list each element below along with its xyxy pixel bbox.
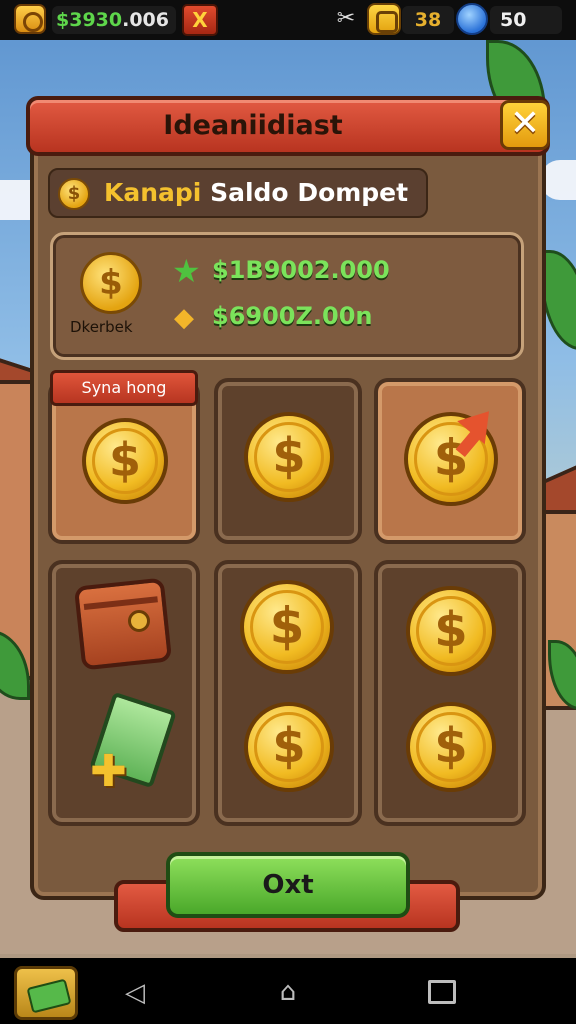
gem-counter: 50 <box>490 6 562 34</box>
coin-icon: $ <box>244 702 334 792</box>
wallet-header-highlight: Kanapi <box>104 178 202 207</box>
wallet-header: $ Kanapi Saldo Dompet <box>48 168 428 218</box>
top-close-button[interactable]: X <box>182 4 218 36</box>
wallet-clasp-icon <box>128 610 150 632</box>
coin-badge-icon[interactable] <box>14 4 46 34</box>
dialog-title-bar: Ideaniidiast <box>26 96 550 156</box>
balance-label: Dkerbek <box>70 318 133 336</box>
balance-prefix: $3930 <box>56 9 123 31</box>
app-shortcut-icon[interactable] <box>14 966 78 1020</box>
ok-button[interactable]: Oxt <box>166 852 410 918</box>
recent-apps-icon[interactable] <box>428 980 456 1004</box>
coin-icon: $ <box>244 412 334 502</box>
dialog-close-button[interactable]: ✕ <box>500 100 550 150</box>
top-status-bar: $3930.006 X ✂ 38 50 <box>0 0 576 40</box>
star-icon: ★ <box>172 252 201 290</box>
wallet-header-title: Kanapi Saldo Dompet <box>104 178 408 207</box>
coin-icon: $ <box>406 586 496 676</box>
wallet-header-rest: Saldo Dompet <box>201 178 409 207</box>
currency-balance: $3930.006 <box>52 6 176 34</box>
level-counter: 38 <box>402 6 454 34</box>
coin-icon: $ <box>82 418 168 504</box>
inventory-bag-icon[interactable] <box>367 3 401 35</box>
home-icon[interactable]: ⌂ <box>272 976 304 1008</box>
dialog-title: Ideaniidiast <box>163 110 343 141</box>
tools-icon[interactable]: ✂ <box>333 6 359 32</box>
balance-value-primary: $1B9002.000 <box>212 256 390 284</box>
coin-icon: $ <box>406 702 496 792</box>
coin-icon: $ <box>58 178 90 210</box>
balance-suffix: .006 <box>122 9 169 31</box>
balance-coin-icon: $ <box>80 252 142 314</box>
wallet-icon <box>73 577 173 671</box>
balance-value-secondary: $6900Z.00n <box>212 302 373 330</box>
gem-icon[interactable] <box>456 3 488 35</box>
back-icon[interactable]: ◁ <box>120 978 150 1008</box>
gem-small-icon: ◆ <box>174 303 194 333</box>
plus-icon: ✚ <box>90 746 127 797</box>
coin-icon: $ <box>240 580 334 674</box>
tile-ribbon-label: Syna hong <box>50 370 198 406</box>
